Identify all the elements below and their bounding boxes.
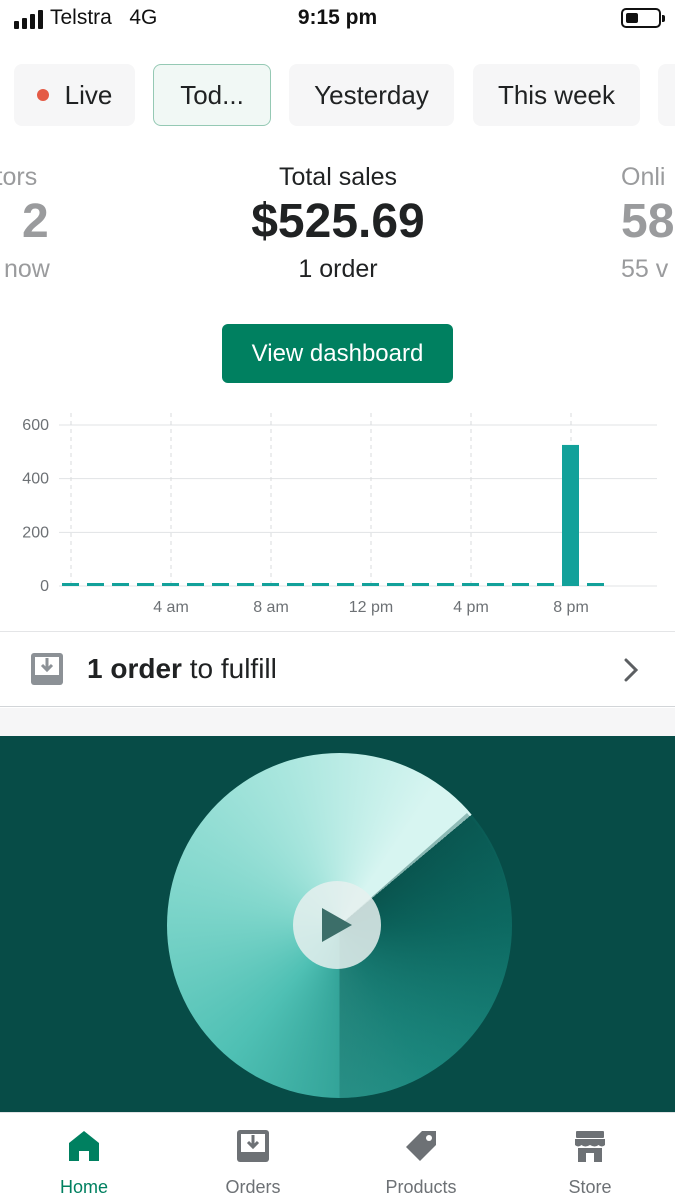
live-dot-icon — [36, 89, 49, 101]
online-store-metric[interactable]: Onli 58 55 v — [621, 160, 675, 284]
chart-bar — [212, 583, 229, 586]
bottom-tab-bar: Home Orders Products Store — [0, 1112, 675, 1200]
chart-bar — [512, 583, 529, 586]
tab-store[interactable]: Store — [506, 1113, 674, 1200]
play-icon — [322, 908, 352, 942]
chart-bar — [62, 583, 79, 586]
tab-label: Store — [568, 1177, 612, 1197]
fulfill-text: 1 order to fulfill — [87, 653, 277, 684]
tab-home[interactable]: Home — [0, 1113, 168, 1200]
chart-bar — [587, 583, 604, 586]
chart-bar — [562, 444, 579, 586]
chart-bar — [262, 583, 279, 586]
section-divider — [0, 708, 675, 736]
chart-bar — [337, 583, 354, 586]
y-tick-label: 400 — [22, 471, 49, 488]
chart-bar — [487, 583, 504, 586]
orders-to-fulfill-row[interactable]: 1 order to fulfill — [0, 631, 675, 707]
x-tick-label: 8 pm — [553, 599, 589, 616]
y-tick-label: 0 — [40, 578, 49, 595]
tag-icon — [406, 1131, 436, 1161]
chip-this-week[interactable]: This week — [473, 64, 640, 126]
home-icon — [69, 1131, 99, 1161]
chip-live[interactable]: Live — [14, 64, 135, 126]
chart-bar — [237, 583, 254, 586]
chart-bar — [462, 583, 479, 586]
chevron-right-icon — [624, 658, 639, 682]
store-icon — [575, 1131, 605, 1162]
chip-more[interactable] — [658, 64, 675, 126]
tab-label: Orders — [225, 1177, 281, 1197]
chart-bar — [387, 583, 404, 586]
chart-bar — [537, 583, 554, 586]
chip-label: This week — [497, 79, 616, 110]
total-sales-metric[interactable]: Total sales $525.69 1 order — [188, 160, 488, 284]
video-panel[interactable] — [0, 736, 675, 1112]
chip-label: Live — [64, 79, 113, 110]
tab-label: Home — [59, 1177, 108, 1197]
chart-bar — [112, 583, 129, 586]
tab-label: Products — [385, 1177, 457, 1197]
chart-bar — [437, 583, 454, 586]
visitors-metric[interactable]: itors 2 now — [0, 160, 70, 284]
chart-bar — [137, 583, 154, 586]
chip-today[interactable]: Tod... — [153, 64, 271, 126]
view-dashboard-button[interactable]: View dashboard — [222, 324, 453, 383]
total-sales-label: Total sales — [278, 163, 398, 191]
metric-label: itors — [0, 163, 38, 191]
chart-bar — [187, 583, 204, 586]
y-tick-label: 200 — [22, 524, 49, 541]
chip-label: Tod... — [180, 79, 244, 110]
status-bar: Telstra 4G 9:15 pm — [0, 0, 675, 38]
order-count: 1 order — [298, 255, 378, 283]
y-tick-label: 600 — [22, 417, 49, 434]
total-sales-value: $525.69 — [251, 195, 425, 248]
chart-bar — [287, 583, 304, 586]
orders-icon — [237, 1130, 269, 1162]
metric-value: 2 — [22, 195, 49, 248]
chart-bar — [412, 583, 429, 586]
x-tick-label: 8 am — [253, 599, 289, 616]
metric-label: Onli — [621, 163, 666, 191]
chip-yesterday[interactable]: Yesterday — [289, 64, 454, 126]
x-tick-label: 4 pm — [453, 599, 489, 616]
battery-icon — [621, 8, 665, 28]
chart-bar — [87, 583, 104, 586]
date-range-chips: Live Tod... Yesterday This week — [0, 64, 675, 126]
fulfill-inbox-icon — [31, 653, 63, 685]
metric-sub: 55 v — [621, 255, 669, 283]
chart-bar — [162, 583, 179, 586]
tab-products[interactable]: Products — [337, 1113, 505, 1200]
chart-bar — [312, 583, 329, 586]
tab-orders[interactable]: Orders — [169, 1113, 337, 1200]
metric-value: 58 — [621, 195, 675, 248]
sales-chart: 0 200 400 600 4 am 8 am 12 pm 4 pm 8 pm — [22, 413, 657, 616]
x-tick-label: 4 am — [153, 599, 189, 616]
x-tick-label: 12 pm — [349, 599, 393, 616]
metric-sub: now — [4, 255, 50, 283]
chart-bar — [362, 583, 379, 586]
play-button[interactable] — [293, 881, 381, 969]
chip-label: Yesterday — [314, 79, 429, 110]
clock: 9:15 pm — [297, 6, 378, 29]
